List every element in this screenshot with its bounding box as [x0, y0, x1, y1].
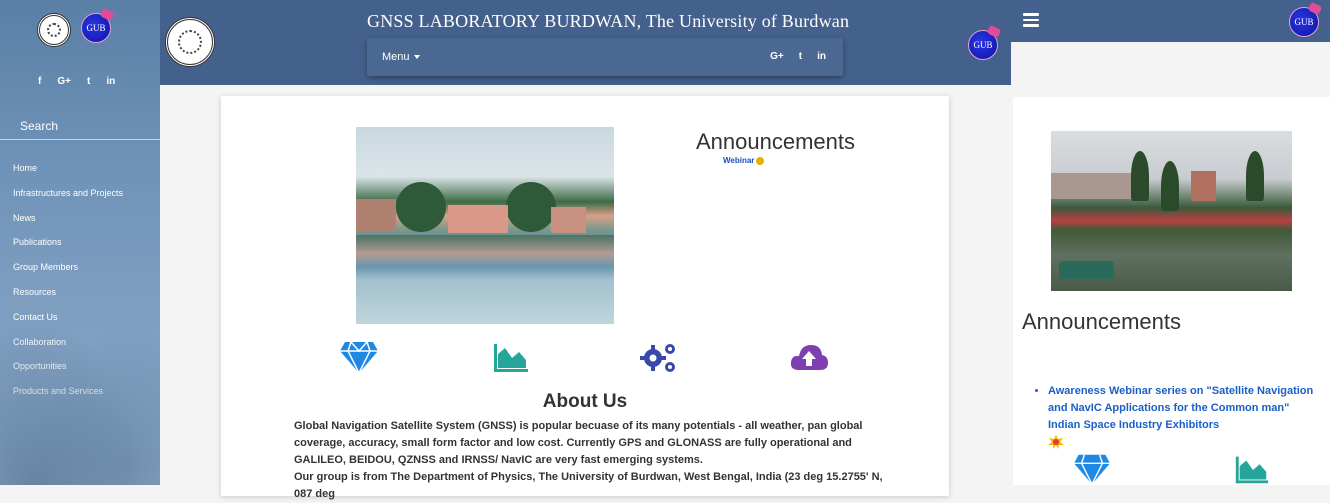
- campus-lake-photo: [356, 127, 614, 324]
- campus-garden-photo: [1051, 131, 1292, 291]
- diamond-icon: [340, 341, 378, 374]
- google-plus-icon[interactable]: G+: [770, 51, 784, 62]
- header-social-links: G+ t in: [770, 51, 826, 62]
- facebook-icon[interactable]: f: [38, 76, 41, 87]
- photo-tree: [506, 182, 556, 232]
- announcement-list: Awareness Webinar series on "Satellite N…: [1048, 383, 1318, 434]
- google-plus-icon[interactable]: G+: [57, 76, 71, 87]
- announcement-link[interactable]: Awareness Webinar series on "Satellite N…: [1048, 385, 1313, 431]
- about-us-text: Global Navigation Satellite System (GNSS…: [294, 418, 884, 503]
- university-seal-logo[interactable]: [165, 17, 215, 67]
- announcements-panel: Announcements Awareness Webinar series o…: [1013, 97, 1330, 486]
- area-chart-icon: [1235, 456, 1269, 484]
- site-title: GNSS LABORATORY BURDWAN, The University …: [367, 11, 850, 31]
- photo-tree: [1161, 161, 1179, 211]
- about-paragraph: Global Navigation Satellite System (GNSS…: [294, 420, 863, 466]
- university-seal-logo: [37, 13, 71, 47]
- linkedin-icon[interactable]: in: [817, 51, 826, 62]
- top-header: GNSS LABORATORY BURDWAN, The University …: [160, 0, 1011, 85]
- sidebar-item-products-services[interactable]: Products and Services: [13, 381, 123, 406]
- about-paragraph: Our group is from The Department of Phys…: [294, 471, 883, 500]
- menu-bar: Menu G+ t in: [367, 38, 843, 76]
- hamburger-menu-icon[interactable]: [1023, 13, 1039, 27]
- sidebar-item-opportunities[interactable]: Opportunities: [13, 356, 123, 381]
- gub-logo[interactable]: GUB: [1289, 7, 1319, 37]
- main-content-card: Announcements Webinar About Us Global Na…: [221, 96, 949, 500]
- list-item: Awareness Webinar series on "Satellite N…: [1048, 383, 1318, 434]
- sidebar-social-links: f G+ t in: [38, 76, 115, 87]
- sidebar-search-input[interactable]: Search: [0, 112, 160, 140]
- new-badge-icon: [1048, 435, 1064, 449]
- sidebar-item-home[interactable]: Home: [13, 158, 123, 183]
- photo-boat: [1059, 261, 1114, 279]
- gub-logo[interactable]: GUB: [968, 30, 998, 60]
- caret-down-icon: [413, 55, 420, 60]
- sidebar-item-collaboration[interactable]: Collaboration: [13, 332, 123, 357]
- sidebar-item-publications[interactable]: Publications: [13, 232, 123, 257]
- sidebar: GUB f G+ t in Search Home Infrastructure…: [0, 0, 160, 485]
- diamond-icon: [1073, 454, 1111, 486]
- photo-tree: [1246, 151, 1264, 201]
- twitter-icon[interactable]: t: [87, 76, 90, 87]
- photo-building: [448, 205, 508, 233]
- sidebar-item-news[interactable]: News: [13, 208, 123, 233]
- photo-tree: [396, 182, 446, 232]
- photo-reflection: [356, 235, 614, 280]
- linkedin-icon[interactable]: in: [106, 76, 115, 87]
- announcement-ticker[interactable]: Webinar: [723, 156, 764, 165]
- sidebar-item-infrastructures[interactable]: Infrastructures and Projects: [13, 183, 123, 208]
- photo-tree: [1131, 151, 1149, 201]
- cloud-upload-icon: [790, 345, 828, 370]
- photo-building: [1191, 171, 1216, 201]
- area-chart-icon: [494, 344, 528, 372]
- sidebar-nav: Home Infrastructures and Projects News P…: [13, 158, 123, 406]
- announcements-heading: Announcements: [696, 129, 855, 154]
- gub-logo: GUB: [81, 13, 111, 43]
- sidebar-logos: GUB: [37, 13, 111, 47]
- announcements-heading: Announcements: [1022, 309, 1181, 334]
- menu-dropdown-button[interactable]: Menu: [382, 51, 420, 63]
- photo-building: [356, 199, 396, 231]
- about-us-heading: About Us: [542, 391, 628, 412]
- menu-label: Menu: [382, 51, 410, 63]
- photo-building: [551, 207, 586, 233]
- sidebar-item-contact-us[interactable]: Contact Us: [13, 307, 123, 332]
- photo-building: [1051, 173, 1136, 199]
- mobile-header: GUB: [1011, 0, 1330, 42]
- sidebar-item-group-members[interactable]: Group Members: [13, 257, 123, 282]
- cogs-icon: [640, 344, 675, 372]
- sidebar-item-resources[interactable]: Resources: [13, 282, 123, 307]
- twitter-icon[interactable]: t: [799, 51, 802, 62]
